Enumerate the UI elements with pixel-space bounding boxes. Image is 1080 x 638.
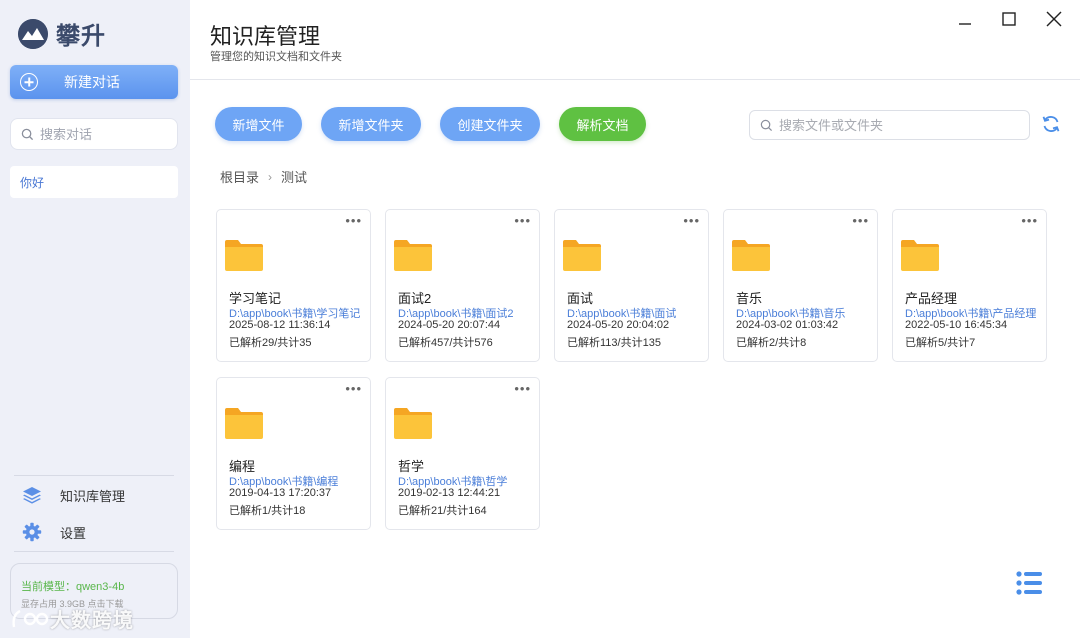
sidebar-item-label: 知识库管理 (60, 488, 126, 504)
folder-parse-status: 已解析113/共计135 (567, 337, 661, 349)
folder-card[interactable]: ••• 面试2 D:\app\book\书籍\面试2 2024-05-20 20:07… (385, 209, 540, 362)
watermark: 大数跨境 (10, 604, 134, 633)
chat-search-input[interactable] (40, 126, 160, 142)
folder-card[interactable]: ••• 编程 D:\app\book\书籍\编程 2019-04-13 17:20:3… (216, 377, 371, 530)
watermark-text: 大数跨境 (50, 610, 134, 632)
folder-date: 2024-05-20 20:07:44 (398, 319, 501, 331)
page-subtitle: 管理您的知识文档和文件夹 (210, 51, 342, 63)
logo-text: 攀升 (56, 23, 106, 50)
more-options-icon[interactable]: ••• (683, 214, 700, 227)
folder-date: 2019-04-13 17:20:37 (229, 487, 332, 499)
folder-icon (563, 240, 601, 271)
add-folder-button[interactable]: 新增文件夹 (321, 107, 421, 141)
folder-date: 2019-02-13 12:44:21 (398, 487, 501, 499)
folder-icon (394, 408, 432, 439)
refresh-icon[interactable] (1041, 114, 1061, 134)
plus-circle-icon (20, 73, 38, 91)
folder-icon (225, 240, 263, 271)
divider (14, 475, 174, 476)
current-model-label: 当前模型：qwen3-4b (21, 581, 125, 593)
new-chat-label: 新建对话 (64, 74, 120, 90)
file-search-box[interactable] (749, 110, 1030, 140)
breadcrumb-current: 测试 (281, 170, 308, 185)
sidebar-item-label: 设置 (60, 525, 87, 541)
sidebar-item-settings[interactable]: 设置 (22, 522, 86, 542)
more-options-icon[interactable]: ••• (345, 214, 362, 227)
logo-icon (18, 18, 48, 49)
maximize-icon[interactable] (998, 8, 1020, 30)
more-options-icon[interactable]: ••• (1021, 214, 1038, 227)
create-folder-button[interactable]: 创建文件夹 (440, 107, 540, 141)
logo: 攀升 (18, 16, 106, 51)
folder-card[interactable]: ••• 哲学 D:\app\book\书籍\哲学 2019-02-13 12:44:2… (385, 377, 540, 530)
add-file-button[interactable]: 新增文件 (215, 107, 302, 141)
search-icon (760, 119, 773, 131)
folder-icon (732, 240, 770, 271)
folder-parse-status: 已解析1/共计18 (229, 505, 306, 517)
new-chat-button[interactable]: 新建对话 (10, 65, 178, 99)
folder-icon (225, 408, 263, 439)
more-options-icon[interactable]: ••• (514, 382, 531, 395)
chat-list-item[interactable]: 你好 (10, 166, 178, 198)
more-options-icon[interactable]: ••• (514, 214, 531, 227)
watermark-logo-icon (12, 609, 49, 627)
folder-date: 2022-05-10 16:45:34 (905, 319, 1008, 331)
divider (14, 551, 174, 552)
parse-documents-button[interactable]: 解析文档 (559, 107, 646, 141)
more-options-icon[interactable]: ••• (345, 382, 362, 395)
folder-date: 2025-08-12 11:36:14 (229, 319, 331, 331)
chevron-right-icon: › (268, 169, 273, 184)
folder-card[interactable]: ••• 面试 D:\app\book\书籍\面试 2024-05-20 20:04:0… (554, 209, 709, 362)
more-options-icon[interactable]: ••• (852, 214, 869, 227)
breadcrumb: 根目录 › 测试 (220, 167, 307, 186)
folder-parse-status: 已解析457/共计576 (398, 337, 493, 349)
folder-icon (394, 240, 432, 271)
gear-icon (22, 522, 42, 542)
page-title: 知识库管理 (210, 24, 321, 49)
folder-icon (901, 240, 939, 271)
folder-parse-status: 已解析21/共计164 (398, 505, 487, 517)
layers-icon (23, 487, 41, 504)
folder-parse-status: 已解析2/共计8 (736, 337, 807, 349)
minimize-icon[interactable] (954, 8, 976, 30)
sidebar: 攀升 新建对话 你好 知识库管理 (0, 0, 190, 638)
search-icon (21, 128, 34, 140)
page-header: 知识库管理 管理您的知识文档和文件夹 (190, 0, 1080, 80)
folder-date: 2024-05-20 20:04:02 (567, 319, 670, 331)
file-search-input[interactable] (779, 117, 1009, 133)
close-icon[interactable] (1043, 8, 1065, 30)
folder-parse-status: 已解析29/共计35 (229, 337, 312, 349)
chat-search-box[interactable] (10, 118, 178, 150)
list-view-icon[interactable] (1015, 570, 1043, 596)
folder-card[interactable]: ••• 学习笔记 D:\app\book\书籍\学习笔记 2025-08-12 11:… (216, 209, 371, 362)
breadcrumb-root[interactable]: 根目录 (220, 167, 259, 186)
folder-card[interactable]: ••• 音乐 D:\app\book\书籍\音乐 2024-03-02 01:03:4… (723, 209, 878, 362)
folder-parse-status: 已解析5/共计7 (905, 337, 976, 349)
folder-card[interactable]: ••• 产品经理 D:\app\book\书籍\产品经理 2022-05-10 16:… (892, 209, 1047, 362)
folder-date: 2024-03-02 01:03:42 (736, 319, 839, 331)
sidebar-item-knowledge-base[interactable]: 知识库管理 (22, 485, 125, 505)
